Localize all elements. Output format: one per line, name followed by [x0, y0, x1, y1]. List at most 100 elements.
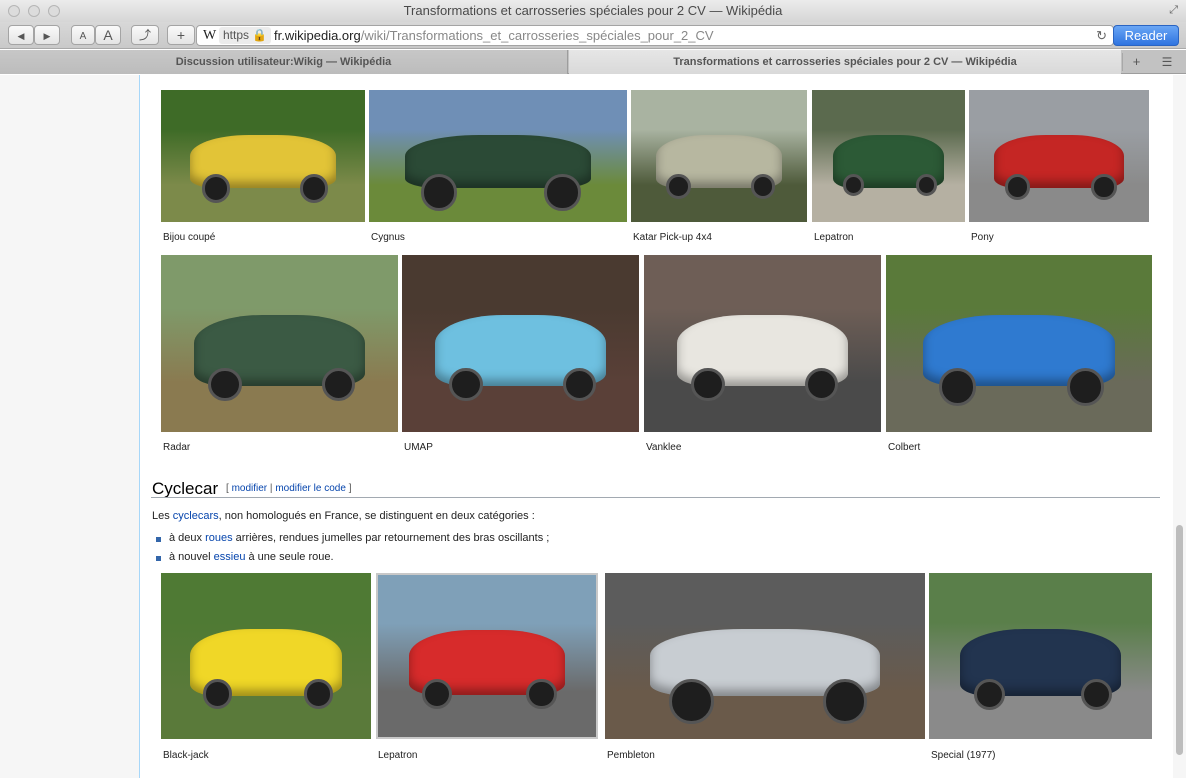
bullet-text-pre: à deux	[169, 532, 206, 544]
browser-toolbar: ◀ ▶ A A ⤴ + W https 🔒 fr.wikipedia.org/w…	[0, 22, 1186, 49]
wheel-shape	[1091, 174, 1117, 200]
wheel-shape	[544, 174, 581, 211]
https-badge: https 🔒	[219, 27, 272, 44]
page-viewport: Bijou coupé Cygnus Katar Pick-up 4x4 Lep…	[0, 75, 1186, 778]
section-edit-links: [ modifier | modifier le code ]	[226, 483, 351, 494]
wheel-shape	[421, 678, 453, 710]
url-text[interactable]: fr.wikipedia.org/wiki/Transformations_et…	[274, 26, 714, 45]
url-path: /wiki/Transformations_et_carrosseries_sp…	[360, 28, 714, 43]
wheel-shape	[750, 174, 776, 200]
gallery-image-special-1977[interactable]	[929, 573, 1152, 739]
caption-lepatron-2: Lepatron	[378, 750, 418, 761]
gallery-image-lepatron-2[interactable]	[376, 573, 598, 739]
wheel-shape	[201, 174, 231, 204]
reader-button[interactable]: Reader	[1113, 25, 1179, 46]
gallery-image-pony[interactable]	[969, 90, 1149, 222]
back-icon: ◀	[17, 31, 25, 41]
fullscreen-icon[interactable]: ⤢	[1169, 4, 1178, 17]
intro-text-post: , non homologués en France, se distingue…	[218, 510, 535, 522]
wheel-shape	[303, 679, 334, 709]
caption-katar: Katar Pick-up 4x4	[633, 232, 712, 243]
wheel-shape	[449, 368, 483, 402]
forward-button[interactable]: ▶	[34, 25, 60, 45]
gallery-image-katar[interactable]	[631, 90, 807, 222]
wheel-shape	[203, 679, 233, 709]
caption-radar: Radar	[163, 442, 191, 453]
wheel-shape	[1066, 368, 1105, 406]
share-icon: ⤴	[138, 28, 151, 42]
add-bookmark-button[interactable]: +	[167, 25, 195, 45]
address-bar[interactable]: W https 🔒 fr.wikipedia.org/wiki/Transfor…	[196, 25, 1114, 46]
caption-bijou-coupe: Bijou coupé	[163, 232, 216, 243]
bullet-text-pre: à nouvel	[169, 551, 214, 563]
back-button[interactable]: ◀	[8, 25, 34, 45]
share-button[interactable]: ⤴	[131, 25, 159, 45]
scrollbar-thumb[interactable]	[1176, 525, 1183, 755]
wheel-shape	[208, 368, 242, 402]
heading-divider	[151, 497, 1160, 498]
article-content: Bijou coupé Cygnus Katar Pick-up 4x4 Lep…	[139, 75, 1173, 778]
wheel-shape	[526, 678, 557, 710]
wheel-shape	[973, 679, 1005, 711]
tab-overview-icon[interactable]: ☰	[1152, 53, 1182, 71]
edit-bracket-close: ]	[348, 483, 352, 494]
add-icon: +	[176, 27, 186, 43]
caption-black-jack: Black-jack	[163, 750, 209, 761]
caption-colbert: Colbert	[888, 442, 921, 453]
wheel-shape	[563, 368, 597, 402]
edit-separator: |	[269, 483, 273, 494]
intro-text-pre: Les	[152, 510, 173, 522]
gallery-image-cygnus[interactable]	[369, 90, 627, 222]
gallery-image-colbert[interactable]	[886, 255, 1152, 432]
title-bar: Transformations et carrosseries spéciale…	[0, 0, 1186, 22]
wheel-shape	[666, 174, 691, 200]
caption-pembleton: Pembleton	[607, 750, 655, 761]
edit-source-link[interactable]: modifier le code	[275, 483, 346, 494]
gallery-image-bijou-coupe[interactable]	[161, 90, 365, 222]
list-item: à nouvel essieu à une seule roue.	[156, 551, 334, 563]
wheel-shape	[669, 679, 714, 725]
wheel-shape	[1005, 174, 1031, 200]
gallery-image-lepatron-1[interactable]	[812, 90, 965, 222]
essieu-link[interactable]: essieu	[214, 551, 246, 563]
edit-link[interactable]: modifier	[232, 483, 268, 494]
intro-paragraph: Les cyclecars, non homologués en France,…	[152, 510, 535, 522]
caption-vanklee: Vanklee	[646, 442, 682, 453]
gallery-image-radar[interactable]	[161, 255, 398, 432]
bullet-text-post: arrières, rendues jumelles par retournem…	[232, 532, 550, 544]
reload-icon[interactable]: ↻	[1096, 26, 1107, 45]
wheel-shape	[939, 368, 977, 406]
bullet-text-post: à une seule roue.	[245, 551, 334, 563]
tab-transformations[interactable]: Transformations et carrosseries spéciale…	[569, 50, 1121, 74]
section-heading-cyclecar: Cyclecar	[152, 479, 219, 498]
wheel-shape	[1080, 679, 1112, 711]
gallery-image-umap[interactable]	[402, 255, 639, 432]
roues-link[interactable]: roues	[205, 532, 233, 544]
font-larger-icon: A	[103, 27, 113, 43]
new-tab-icon[interactable]: +	[1122, 53, 1150, 71]
font-larger-button[interactable]: A	[95, 25, 121, 45]
font-smaller-icon: A	[79, 31, 87, 42]
wheel-shape	[805, 368, 839, 402]
tab-bar: Discussion utilisateur:Wikig — Wikipédia…	[0, 50, 1186, 74]
minimize-window-icon[interactable]	[28, 5, 40, 17]
wheel-shape	[691, 368, 725, 402]
gallery-image-black-jack[interactable]	[161, 573, 371, 739]
list-item: à deux roues arrières, rendues jumelles …	[155, 532, 550, 544]
window-title: Transformations et carrosseries spéciale…	[403, 3, 783, 18]
zoom-window-icon[interactable]	[48, 5, 60, 17]
font-smaller-button[interactable]: A	[71, 25, 95, 45]
wheel-shape	[322, 368, 356, 402]
wheel-shape	[420, 174, 457, 211]
wheel-shape	[916, 174, 938, 196]
close-window-icon[interactable]	[8, 5, 20, 17]
caption-cygnus: Cygnus	[371, 232, 405, 243]
caption-pony: Pony	[971, 232, 994, 243]
gallery-image-pembleton[interactable]	[605, 573, 925, 739]
gallery-image-vanklee[interactable]	[644, 255, 881, 432]
cyclecars-link[interactable]: cyclecars	[173, 510, 219, 522]
tab-discussion[interactable]: Discussion utilisateur:Wikig — Wikipédia	[0, 50, 568, 74]
caption-special-1977: Special (1977)	[931, 750, 996, 761]
edit-bracket-open: [	[226, 483, 229, 494]
wheel-shape	[842, 174, 864, 196]
